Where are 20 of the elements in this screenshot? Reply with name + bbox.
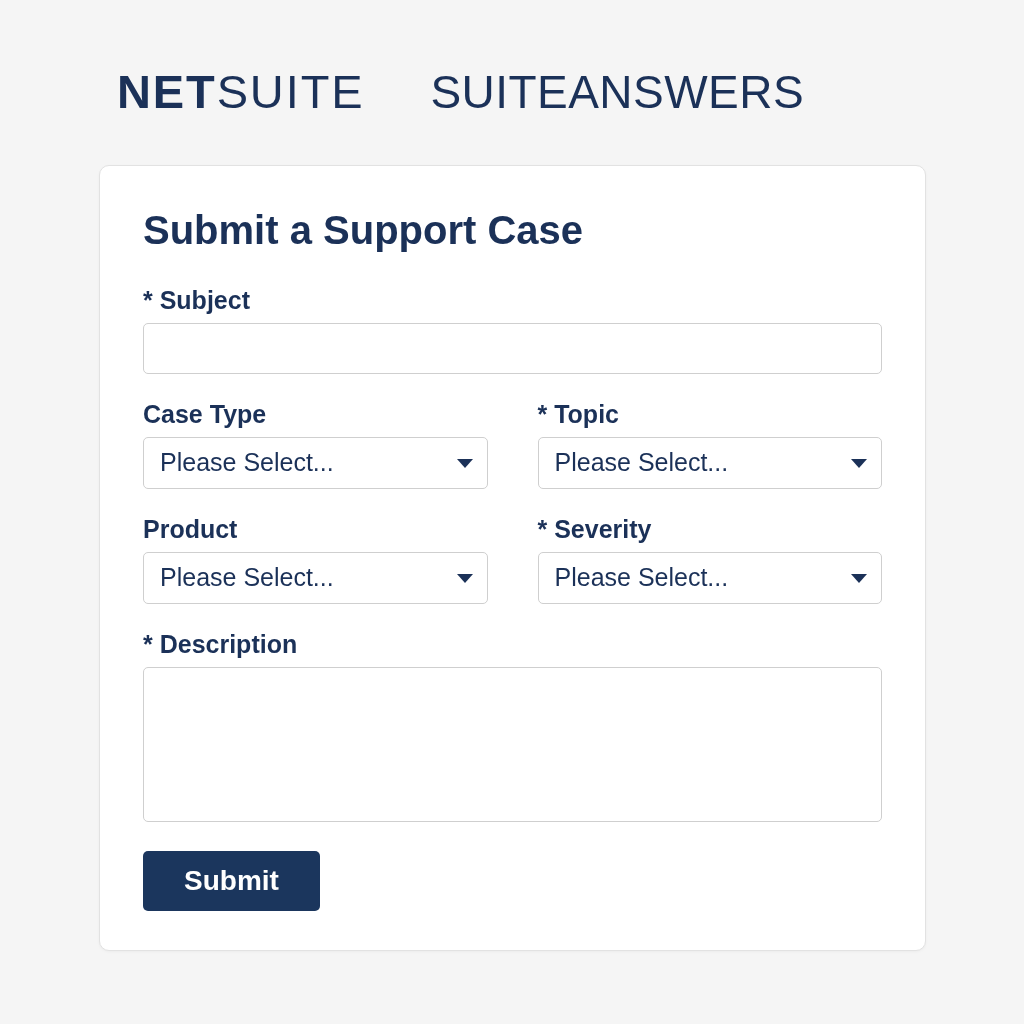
dropdown-field[interactable]: Please Select... — [537, 437, 882, 489]
field-label: Case Type — [143, 400, 268, 428]
field-label: * Description — [143, 630, 299, 658]
dropdown-field[interactable]: Please Select... — [143, 437, 488, 489]
submit-button[interactable]: Submit — [143, 851, 320, 911]
caret-icon — [851, 573, 867, 583]
caret-icon — [456, 458, 473, 468]
field-label: * Topic — [537, 400, 620, 428]
logo-wordmark: NETSUITE — [117, 69, 365, 115]
field-label: Product — [143, 515, 239, 543]
text-input-field[interactable] — [143, 323, 882, 374]
field-label: * Severity — [537, 515, 653, 543]
site-title: SUITEANSWERS — [430, 69, 805, 115]
dropdown-field[interactable]: Please Select... — [143, 552, 488, 604]
caret-icon — [851, 458, 867, 468]
field-label: * Subject — [143, 286, 251, 314]
text-area-field[interactable] — [143, 667, 882, 822]
form-title: Submit a Support Case — [143, 207, 585, 254]
dropdown-field[interactable]: Please Select... — [537, 552, 882, 604]
caret-icon — [456, 573, 473, 583]
